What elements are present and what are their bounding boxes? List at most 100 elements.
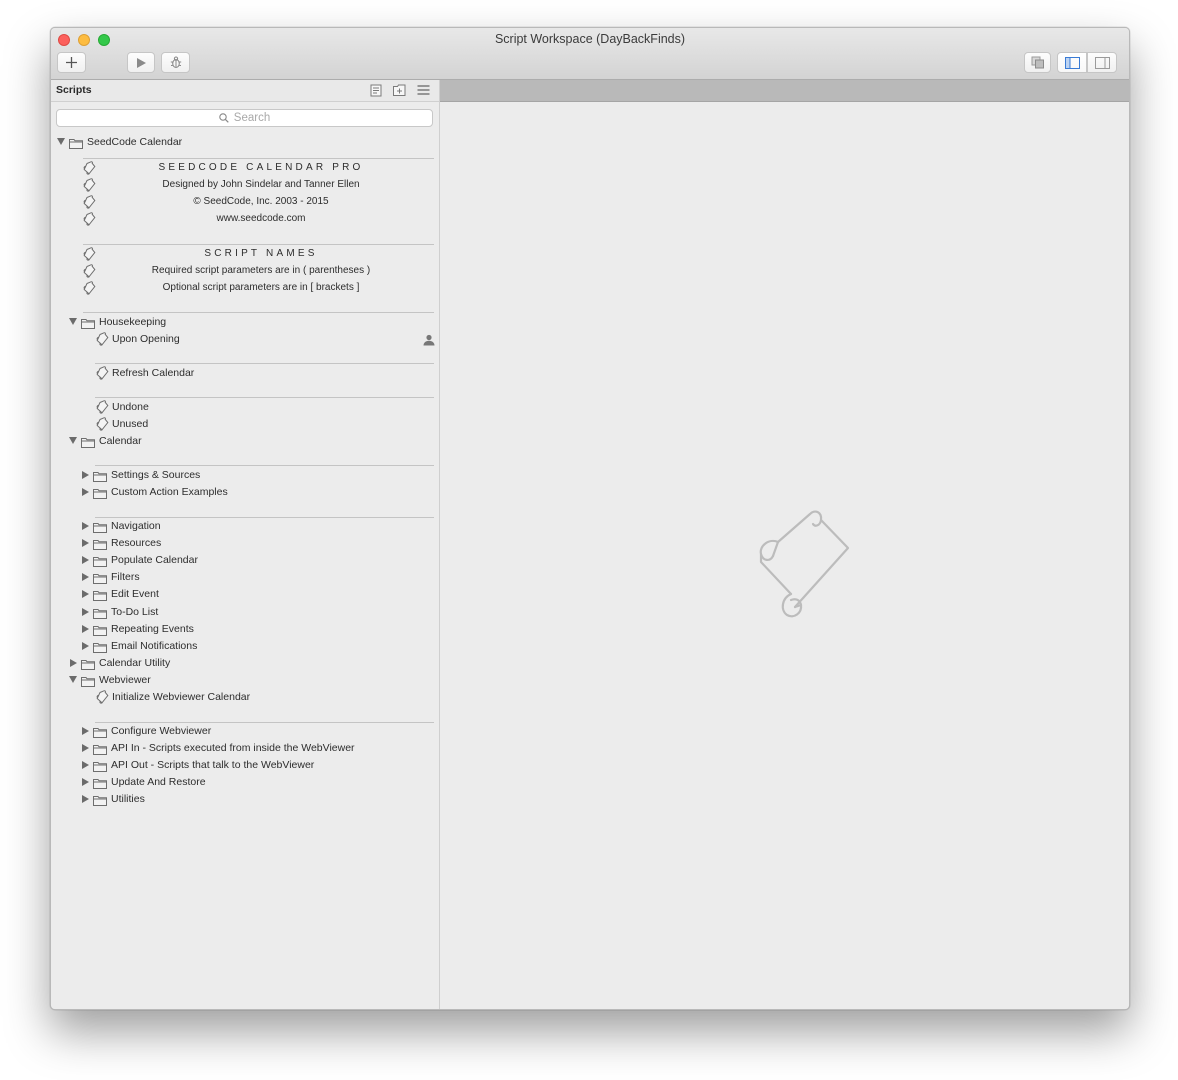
folder-row[interactable]: API In - Scripts executed from inside th…: [51, 740, 439, 757]
copy-button[interactable]: [1024, 52, 1051, 73]
comment-script-row[interactable]: www.seedcode.com: [51, 211, 439, 228]
play-icon: [136, 57, 146, 68]
comment-script-label: SCRIPT NAMES: [204, 248, 318, 259]
disclosure-closed-icon[interactable]: [70, 659, 77, 667]
new-folder-icon[interactable]: [393, 84, 406, 96]
folder-row[interactable]: Email Notifications: [51, 638, 439, 655]
disclosure-open-icon[interactable]: [69, 676, 77, 683]
folder-label: Email Notifications: [111, 639, 198, 652]
folder-row[interactable]: Configure Webviewer: [51, 723, 439, 740]
folder-label: API Out - Scripts that talk to the WebVi…: [111, 759, 315, 772]
folder-row[interactable]: Webviewer: [51, 672, 439, 689]
script-label: Unused: [112, 418, 149, 430]
disclosure-closed-icon[interactable]: [82, 641, 89, 650]
script-icon: [96, 690, 109, 709]
disclosure-closed-icon[interactable]: [82, 539, 89, 548]
folder-icon: [81, 435, 95, 453]
disclosure-closed-icon[interactable]: [82, 727, 89, 735]
disclosure-open-icon[interactable]: [69, 318, 77, 325]
folder-label: SeedCode Calendar: [87, 136, 183, 148]
folder-row[interactable]: Resources: [51, 535, 439, 552]
disclosure-closed-icon[interactable]: [82, 590, 89, 599]
disclosure-closed-icon[interactable]: [82, 607, 89, 616]
search-icon: [219, 113, 229, 123]
scripts-sidebar: Scripts Search SeedCode Calendar SEEDCODE…: [51, 80, 440, 1009]
folder-label: Calendar: [99, 435, 142, 447]
script-label: Initialize Webviewer Calendar: [112, 691, 251, 703]
disclosure-closed-icon[interactable]: [82, 471, 89, 479]
comment-script-row[interactable]: Optional script parameters are in [ brac…: [51, 280, 439, 297]
copy-windows-icon: [1031, 56, 1044, 69]
separator-list-icon[interactable]: [417, 84, 430, 96]
folder-row[interactable]: Calendar: [51, 433, 439, 450]
script-row[interactable]: Refresh Calendar: [51, 365, 439, 382]
disclosure-closed-icon[interactable]: [82, 556, 89, 565]
folder-label: Navigation: [111, 520, 161, 532]
comment-script-row[interactable]: Required script parameters are in ( pare…: [51, 263, 439, 280]
disclosure-closed-icon[interactable]: [82, 778, 89, 787]
folder-row[interactable]: Filters: [51, 569, 439, 586]
disclosure-closed-icon[interactable]: [82, 744, 89, 753]
folder-label: Configure Webviewer: [111, 725, 212, 737]
script-row[interactable]: Upon Opening: [51, 331, 439, 348]
right-sidebar-icon: [1094, 56, 1110, 69]
show-right-sidebar-toggle[interactable]: [1087, 52, 1117, 73]
search-input[interactable]: Search: [56, 109, 433, 127]
comment-script-row[interactable]: © SeedCode, Inc. 2003 - 2015: [51, 194, 439, 211]
folder-row[interactable]: To-Do List: [51, 604, 439, 621]
new-script-button[interactable]: [57, 52, 86, 73]
folder-label: Calendar Utility: [99, 657, 171, 669]
comment-script-label: Designed by John Sindelar and Tanner Ell…: [162, 179, 360, 190]
script-row[interactable]: Unused: [51, 416, 439, 433]
folder-label: Utilities: [111, 793, 145, 806]
comment-script-row[interactable]: SEEDCODE CALENDAR PRO: [51, 160, 439, 177]
script-tab-bar: [440, 80, 1129, 102]
separator-line: [95, 465, 434, 466]
folder-row[interactable]: Edit Event: [51, 586, 439, 603]
folder-row[interactable]: SeedCode Calendar: [51, 134, 439, 151]
folder-row[interactable]: Utilities: [51, 791, 439, 808]
folder-row[interactable]: Update And Restore: [51, 774, 439, 791]
folder-row[interactable]: Navigation: [51, 518, 439, 535]
bug-icon: [170, 56, 181, 69]
scripts-header: Scripts: [51, 80, 439, 102]
folder-label: Populate Calendar: [111, 554, 198, 567]
disclosure-closed-icon[interactable]: [82, 522, 89, 530]
folder-row[interactable]: API Out - Scripts that talk to the WebVi…: [51, 757, 439, 774]
disclosure-closed-icon[interactable]: [82, 795, 89, 804]
folder-label: Custom Action Examples: [111, 486, 228, 498]
comment-script-row[interactable]: Designed by John Sindelar and Tanner Ell…: [51, 177, 439, 194]
run-script-button[interactable]: [127, 52, 155, 73]
plus-icon: [66, 57, 77, 68]
user-account-icon: [423, 333, 435, 351]
script-row[interactable]: Initialize Webviewer Calendar: [51, 689, 439, 706]
separator-line: [83, 244, 434, 245]
folder-label: Housekeeping: [99, 316, 167, 328]
debug-script-button[interactable]: [161, 52, 190, 73]
disclosure-open-icon[interactable]: [57, 138, 65, 145]
folder-row[interactable]: Settings & Sources: [51, 467, 439, 484]
folder-label: API In - Scripts executed from inside th…: [111, 742, 355, 755]
disclosure-closed-icon[interactable]: [82, 488, 89, 496]
folder-icon: [69, 136, 83, 154]
new-script-icon[interactable]: [370, 84, 382, 97]
show-left-sidebar-toggle[interactable]: [1057, 52, 1087, 73]
disclosure-closed-icon[interactable]: [82, 573, 89, 582]
comment-script-label: Optional script parameters are in [ brac…: [162, 282, 360, 293]
script-icon: [96, 332, 109, 351]
comment-script-row[interactable]: SCRIPT NAMES: [51, 246, 439, 263]
disclosure-closed-icon[interactable]: [82, 624, 89, 633]
script-scroll-placeholder-icon: [759, 510, 850, 618]
folder-row[interactable]: Populate Calendar: [51, 552, 439, 569]
script-label: Undone: [112, 401, 149, 413]
folder-row[interactable]: Housekeeping: [51, 314, 439, 331]
disclosure-closed-icon[interactable]: [82, 761, 89, 770]
separator-line: [95, 397, 434, 398]
disclosure-open-icon[interactable]: [69, 437, 77, 444]
folder-row[interactable]: Repeating Events: [51, 621, 439, 638]
folder-label: Repeating Events: [111, 622, 194, 635]
folder-row[interactable]: Calendar Utility: [51, 655, 439, 672]
script-icon: [96, 366, 109, 385]
script-row[interactable]: Undone: [51, 399, 439, 416]
folder-row[interactable]: Custom Action Examples: [51, 484, 439, 501]
